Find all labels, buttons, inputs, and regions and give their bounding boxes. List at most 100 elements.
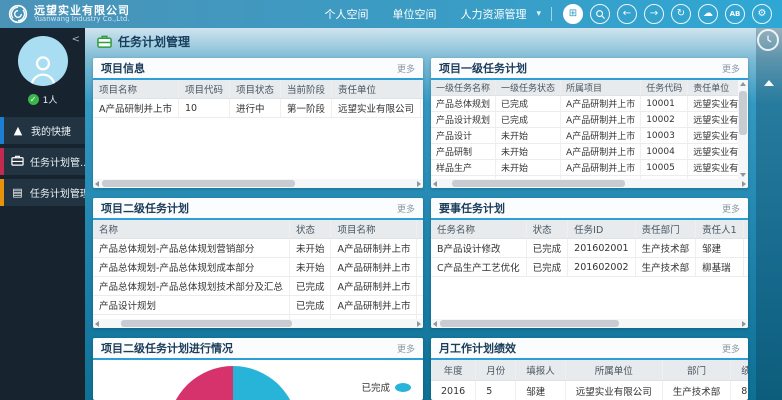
scrollbar-thumb[interactable] xyxy=(102,180,295,187)
scroll-left-arrow[interactable] xyxy=(431,179,440,188)
horizontal-scrollbar xyxy=(93,179,423,188)
table-cell: 10002001 xyxy=(417,296,423,315)
table-cell: 产品设计规划 xyxy=(93,296,289,315)
column-header: 任务ID xyxy=(417,220,423,239)
scrollbar-thumb[interactable] xyxy=(440,320,619,327)
table-cell: A产品研制并上市 xyxy=(331,277,417,296)
column-header: 绩效得分 xyxy=(731,360,748,381)
table-header-row: 年度月份填报人所属单位部门绩效得分 xyxy=(431,360,748,381)
table-cell: 已完成 xyxy=(526,239,568,258)
table-cell: 10005 xyxy=(641,160,688,176)
table-cell: 未开始 xyxy=(496,176,561,180)
table-row[interactable]: 产品设计规划已完成A产品研制并上市10002001是是生产 xyxy=(93,296,423,315)
apps-icon[interactable]: ⊞ xyxy=(563,4,583,24)
column-header: 项目状态 xyxy=(230,80,281,99)
panel-key-tasks: 要事任务计划 更多 任务名称状态任务ID责任部门责任人1责任人2计划开始日期计划… xyxy=(431,198,748,328)
column-header: 一级任务状态 xyxy=(496,80,561,96)
scroll-right-arrow[interactable] xyxy=(739,179,748,188)
scroll-left-arrow[interactable] xyxy=(93,319,102,328)
table-row[interactable]: C产品生产工艺优化已完成201602002生产技术部柳基瑞2016-06-132… xyxy=(431,258,748,277)
scrollbar-track[interactable] xyxy=(440,320,739,327)
scroll-left-arrow[interactable] xyxy=(431,319,440,328)
language-ab-icon[interactable]: AB xyxy=(725,4,745,24)
table-cell: 10001002 xyxy=(417,258,423,277)
table-cell: 10003 xyxy=(641,128,688,144)
scrollbar-track[interactable] xyxy=(738,89,748,170)
clock-icon[interactable] xyxy=(757,29,779,51)
more-link[interactable]: 更多 xyxy=(397,342,415,355)
table-row[interactable]: 产品设计-产品外观设计未开始A产品研制并上市10003001否否设计 xyxy=(93,315,423,320)
search-icon[interactable] xyxy=(590,4,610,24)
table-row[interactable]: 产品总体规划已完成A产品研制并上市10001远望实业有限公司营销管理部、成本管 xyxy=(431,96,748,112)
page-title-row: 任务计划管理 xyxy=(85,28,782,54)
scrollbar-track[interactable] xyxy=(102,180,414,187)
scroll-right-arrow[interactable] xyxy=(414,179,423,188)
table-cell: 10002 xyxy=(641,112,688,128)
table-row[interactable]: 产品研制未开始A产品研制并上市10004远望实业有限公司生产技术部 xyxy=(431,144,748,160)
table-cell: A产品研制并上市 xyxy=(331,258,417,277)
nav-hr-management[interactable]: 人力资源管理 xyxy=(460,6,526,22)
cloud-icon[interactable]: ☁ xyxy=(698,4,718,24)
table-row[interactable]: 产品设计未开始A产品研制并上市10003远望实业有限公司生产技术部 xyxy=(431,128,748,144)
scroll-up-arrow[interactable] xyxy=(738,80,748,89)
sidebar-item-task-plan-mgmt-2[interactable]: ▤ 任务计划管理 xyxy=(0,179,85,206)
column-header: 名称 xyxy=(93,220,289,239)
scrollbar-track[interactable] xyxy=(102,320,414,327)
refresh-icon[interactable]: ↻ xyxy=(671,4,691,24)
page-scroll-up-arrow[interactable] xyxy=(764,80,774,86)
table-cell: 已完成 xyxy=(496,96,561,112)
scroll-left-arrow[interactable] xyxy=(93,179,102,188)
column-header: 状态 xyxy=(289,220,331,239)
briefcase-icon xyxy=(11,154,24,170)
back-icon[interactable]: ← xyxy=(617,4,637,24)
person-icon xyxy=(26,52,60,86)
avatar[interactable] xyxy=(18,36,68,86)
more-link[interactable]: 更多 xyxy=(722,202,740,215)
sidebar-collapse-icon[interactable]: < xyxy=(72,34,80,45)
scroll-right-arrow[interactable] xyxy=(739,319,748,328)
more-link[interactable]: 更多 xyxy=(722,62,740,75)
briefcase-green-icon xyxy=(97,34,112,49)
nav-personal-space[interactable]: 个人空间 xyxy=(324,6,368,22)
column-header: 部门 xyxy=(662,360,731,381)
panel-title: 月工作计划绩效 xyxy=(439,340,516,356)
table-row[interactable]: B产品设计修改已完成201602001生产技术部邹建2016-06-012016… xyxy=(431,239,748,258)
column-header: 状态 xyxy=(526,220,568,239)
table-cell: A产品研制并上市 xyxy=(561,128,641,144)
main-content: 任务计划管理 项目信息 更多 项目名称项目代码项目状态当前阶段责任单位总负责人立… xyxy=(85,28,782,400)
table-cell: 进行中 xyxy=(230,99,281,118)
forward-icon[interactable]: → xyxy=(644,4,664,24)
table-header-row: 任务名称状态任务ID责任部门责任人1责任人2计划开始日期计划完成日期实 xyxy=(431,220,748,239)
sidebar-item-my-shortcuts[interactable]: ▲ 我的快捷 xyxy=(0,117,85,144)
scrollbar-thumb[interactable] xyxy=(121,320,293,327)
sidebar-item-task-plan-mgmt-1[interactable]: 任务计划管... xyxy=(0,148,85,175)
scrollbar-track[interactable] xyxy=(440,180,739,187)
table-row[interactable]: 样品生产未开始A产品研制并上市10005远望实业有限公司生产技术部 xyxy=(431,160,748,176)
table-row[interactable]: 产品总体规划-产品总体规划营销部分未开始A产品研制并上市10001001否否营销 xyxy=(93,239,423,258)
table-row[interactable]: 产品总体规划-产品总体规划成本部分未开始A产品研制并上市10001002否否成本 xyxy=(93,258,423,277)
table-cell xyxy=(743,239,748,258)
table-row[interactable]: 20165邹建远望实业有限公司生产技术部86.8 xyxy=(431,381,748,400)
scrollbar-thumb[interactable] xyxy=(739,91,747,136)
scrollbar-thumb[interactable] xyxy=(452,180,625,187)
pie-chart xyxy=(168,366,298,400)
column-header: 任务名称 xyxy=(431,220,526,239)
more-link[interactable]: 更多 xyxy=(397,62,415,75)
scroll-down-arrow[interactable] xyxy=(738,170,748,179)
table-row[interactable]: 产品设计规划已完成A产品研制并上市10002远望实业有限公司生产技术部 xyxy=(431,112,748,128)
column-header: 责任单位 xyxy=(332,80,421,99)
horizontal-scrollbar xyxy=(431,319,748,328)
more-link[interactable]: 更多 xyxy=(722,342,740,355)
column-header: 项目名称 xyxy=(331,220,417,239)
scroll-right-arrow[interactable] xyxy=(414,319,423,328)
nav-unit-space[interactable]: 单位空间 xyxy=(392,6,436,22)
table-row[interactable]: 产品总体规划-产品总体规划技术部分及汇总已完成A产品研制并上市10001003是… xyxy=(93,277,423,296)
table-cell: 第一阶段 xyxy=(281,99,332,118)
settings-gear-icon[interactable]: ⚙ xyxy=(752,4,772,24)
table-row[interactable]: A产品研制并上市10进行中第一阶段远望实业有限公司汤俊涛2016-05-2041… xyxy=(93,99,423,118)
more-link[interactable]: 更多 xyxy=(397,202,415,215)
table-row[interactable]: 样品评审未开始A产品研制并上市10006远望实业有限公司营销管理部、成本管 xyxy=(431,176,748,180)
column-header: 年度 xyxy=(431,360,476,381)
table-cell: 生产技术部 xyxy=(662,381,731,400)
top-nav: 个人空间 单位空间 人力资源管理 ▾ xyxy=(324,6,541,22)
